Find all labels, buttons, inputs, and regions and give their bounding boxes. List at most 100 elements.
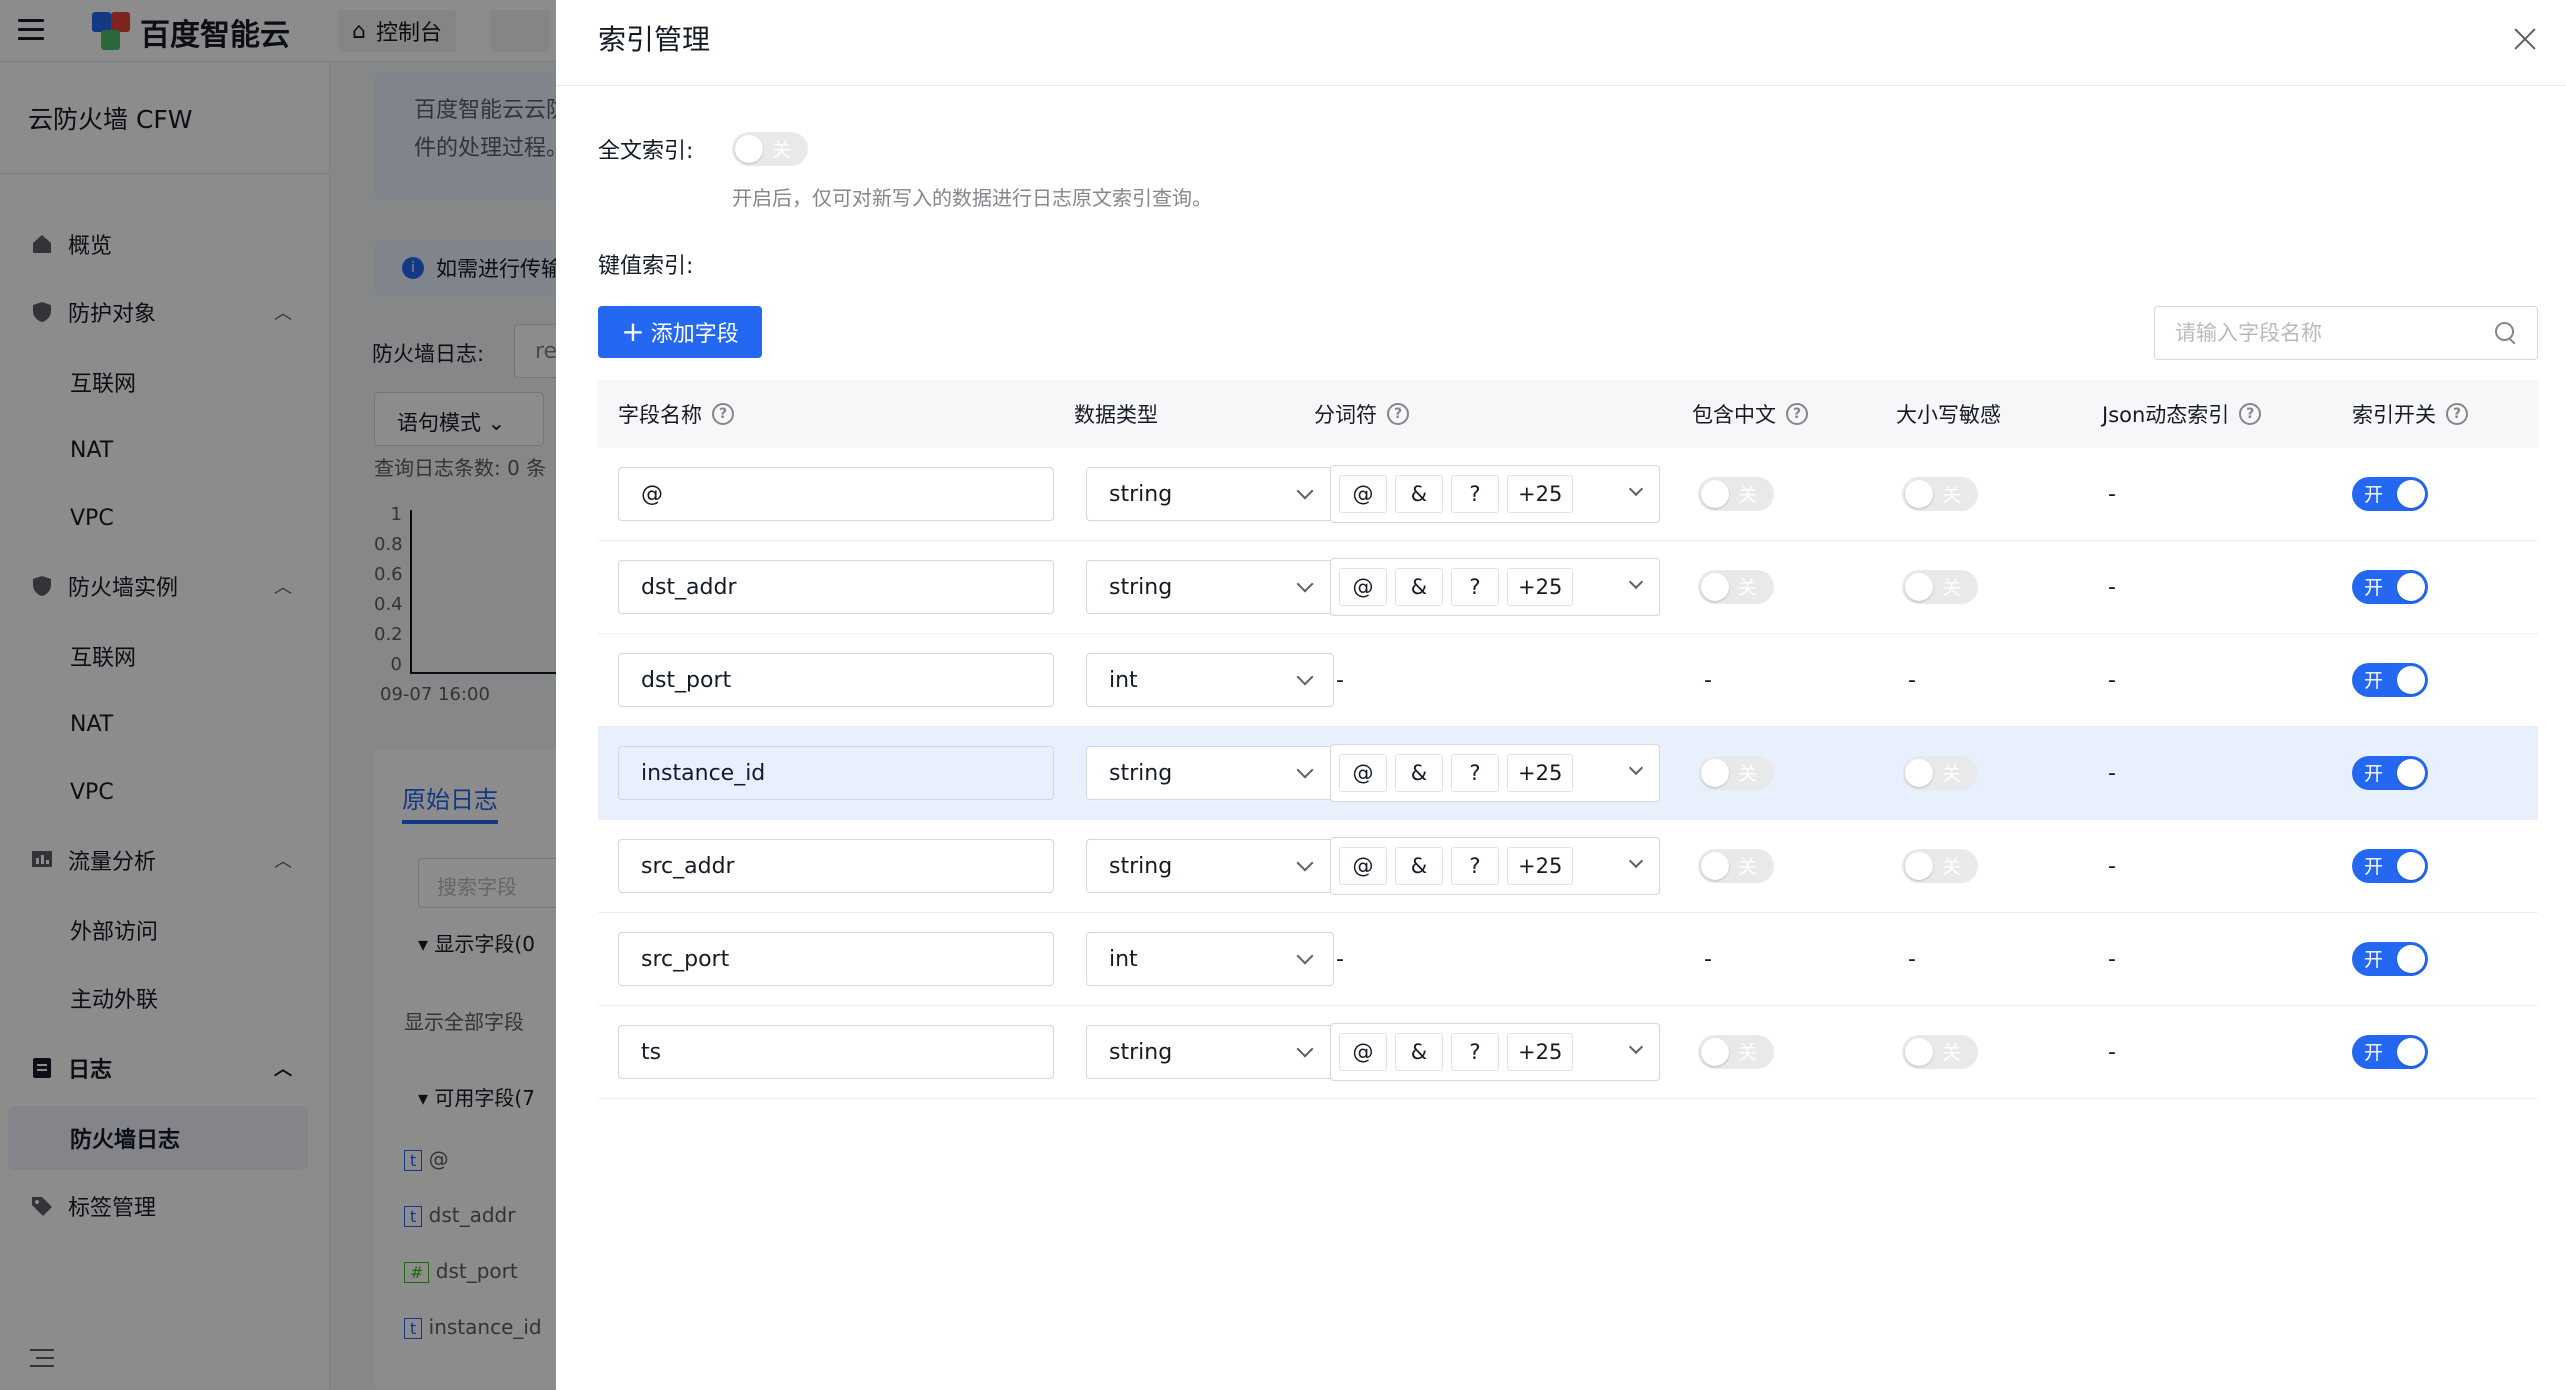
data-type-select[interactable]: string (1086, 1025, 1334, 1079)
field-name-input[interactable]: instance_id (618, 746, 1054, 800)
tokenizer-select[interactable]: @ & ? +25 (1330, 1023, 1660, 1081)
field-name-input[interactable]: dst_port (618, 653, 1054, 707)
table-row: src_addr string @ & ? +25 关 关 - 开 (598, 820, 2538, 913)
data-type-select[interactable]: string (1086, 839, 1334, 893)
col-field-name: 字段名称? (618, 380, 1068, 448)
field-name-input[interactable]: ts (618, 1025, 1054, 1079)
json-value: - (2108, 481, 2116, 507)
data-type-select[interactable]: string (1086, 467, 1334, 521)
data-type-select[interactable]: string (1086, 746, 1334, 800)
chinese-value: - (1704, 667, 1712, 693)
case-toggle[interactable]: 关 (1902, 756, 1978, 790)
tokenizer-select[interactable]: @ & ? +25 (1330, 558, 1660, 616)
chinese-value: - (1704, 946, 1712, 972)
fulltext-toggle[interactable]: 关 (732, 132, 808, 166)
token-tag: ? (1451, 754, 1499, 792)
token-tag: & (1395, 1033, 1443, 1071)
token-tag: ? (1451, 568, 1499, 606)
col-json-dynamic: Json动态索引? (2102, 380, 2262, 448)
field-name-input[interactable]: @ (618, 467, 1054, 521)
help-icon[interactable]: ? (2239, 403, 2262, 425)
chevron-down-icon (1296, 854, 1314, 872)
token-tag: @ (1339, 1033, 1387, 1071)
chevron-down-icon (1296, 1040, 1314, 1058)
plus-icon: + (621, 315, 645, 348)
index-toggle[interactable]: 开 (2352, 1035, 2428, 1069)
token-more: +25 (1507, 754, 1574, 792)
chinese-toggle[interactable]: 关 (1698, 477, 1774, 511)
index-toggle[interactable]: 开 (2352, 756, 2428, 790)
table-row: ts string @ & ? +25 关 关 - 开 (598, 1006, 2538, 1099)
field-name-input[interactable]: dst_addr (618, 560, 1054, 614)
field-search-input[interactable] (2175, 321, 2495, 345)
index-toggle[interactable]: 开 (2352, 849, 2428, 883)
json-value: - (2108, 574, 2116, 600)
data-type-select[interactable]: string (1086, 560, 1334, 614)
tokenizer-select[interactable]: @ & ? +25 (1330, 744, 1660, 802)
chevron-down-icon (1296, 761, 1314, 779)
chevron-down-icon (1296, 575, 1314, 593)
case-value: - (1908, 667, 1916, 693)
search-icon[interactable] (2495, 322, 2517, 344)
token-tag: & (1395, 475, 1443, 513)
help-icon[interactable]: ? (2446, 403, 2468, 425)
chinese-toggle[interactable]: 关 (1698, 1035, 1774, 1069)
token-tag: @ (1339, 475, 1387, 513)
chinese-toggle[interactable]: 关 (1698, 570, 1774, 604)
chevron-down-icon (1628, 760, 1644, 776)
index-management-drawer: 索引管理 全文索引: 关 开启后，仅可对新写入的数据进行日志原文索引查询。 键值… (556, 0, 2566, 1390)
token-tag: & (1395, 847, 1443, 885)
index-toggle[interactable]: 开 (2352, 663, 2428, 697)
case-toggle[interactable]: 关 (1902, 477, 1978, 511)
col-data-type: 数据类型 (1074, 403, 1158, 427)
index-table: 字段名称? 数据类型 分词符? 包含中文? 大小写敏感 Json动态索引? 索引… (598, 380, 2538, 1099)
tokenizer-value: - (1336, 946, 1344, 972)
col-chinese: 包含中文? (1692, 380, 1808, 448)
case-toggle[interactable]: 关 (1902, 849, 1978, 883)
index-toggle[interactable]: 开 (2352, 942, 2428, 976)
token-tag: @ (1339, 754, 1387, 792)
tokenizer-select[interactable]: @ & ? +25 (1330, 465, 1660, 523)
chinese-toggle[interactable]: 关 (1698, 849, 1774, 883)
close-icon[interactable] (2508, 22, 2542, 56)
chevron-down-icon (1296, 482, 1314, 500)
help-icon[interactable]: ? (1786, 403, 1808, 425)
table-row: dst_port int - - - - 开 (598, 634, 2538, 727)
token-tag: ? (1451, 847, 1499, 885)
case-value: - (1908, 946, 1916, 972)
token-more: +25 (1507, 847, 1574, 885)
chinese-toggle[interactable]: 关 (1698, 756, 1774, 790)
table-row: @ string @ & ? +25 关 关 - 开 (598, 448, 2538, 541)
field-name-input[interactable]: src_port (618, 932, 1054, 986)
index-toggle[interactable]: 开 (2352, 477, 2428, 511)
json-value: - (2108, 760, 2116, 786)
field-name-input[interactable]: src_addr (618, 839, 1054, 893)
fulltext-index-row: 全文索引: 关 (598, 132, 808, 166)
help-icon[interactable]: ? (712, 403, 734, 425)
col-index-switch: 索引开关? (2352, 380, 2468, 448)
case-toggle[interactable]: 关 (1902, 1035, 1978, 1069)
drawer-header: 索引管理 (556, 0, 2566, 86)
data-type-select[interactable]: int (1086, 653, 1334, 707)
case-toggle[interactable]: 关 (1902, 570, 1978, 604)
table-row: dst_addr string @ & ? +25 关 关 - 开 (598, 541, 2538, 634)
table-header: 字段名称? 数据类型 分词符? 包含中文? 大小写敏感 Json动态索引? 索引… (598, 380, 2538, 448)
json-value: - (2108, 667, 2116, 693)
tokenizer-select[interactable]: @ & ? +25 (1330, 837, 1660, 895)
help-icon[interactable]: ? (1387, 403, 1409, 425)
fulltext-label: 全文索引: (598, 139, 694, 164)
chevron-down-icon (1628, 853, 1644, 869)
chevron-down-icon (1628, 481, 1644, 497)
table-row: src_port int - - - - 开 (598, 913, 2538, 1006)
col-tokenizer: 分词符? (1314, 380, 1409, 448)
add-field-button[interactable]: + 添加字段 (598, 306, 762, 358)
tokenizer-value: - (1336, 667, 1344, 693)
kv-index-label: 键值索引: (598, 254, 694, 279)
token-tag: @ (1339, 847, 1387, 885)
data-type-select[interactable]: int (1086, 932, 1334, 986)
token-more: +25 (1507, 568, 1574, 606)
token-tag: & (1395, 754, 1443, 792)
index-toggle[interactable]: 开 (2352, 570, 2428, 604)
token-more: +25 (1507, 475, 1574, 513)
token-tag: @ (1339, 568, 1387, 606)
